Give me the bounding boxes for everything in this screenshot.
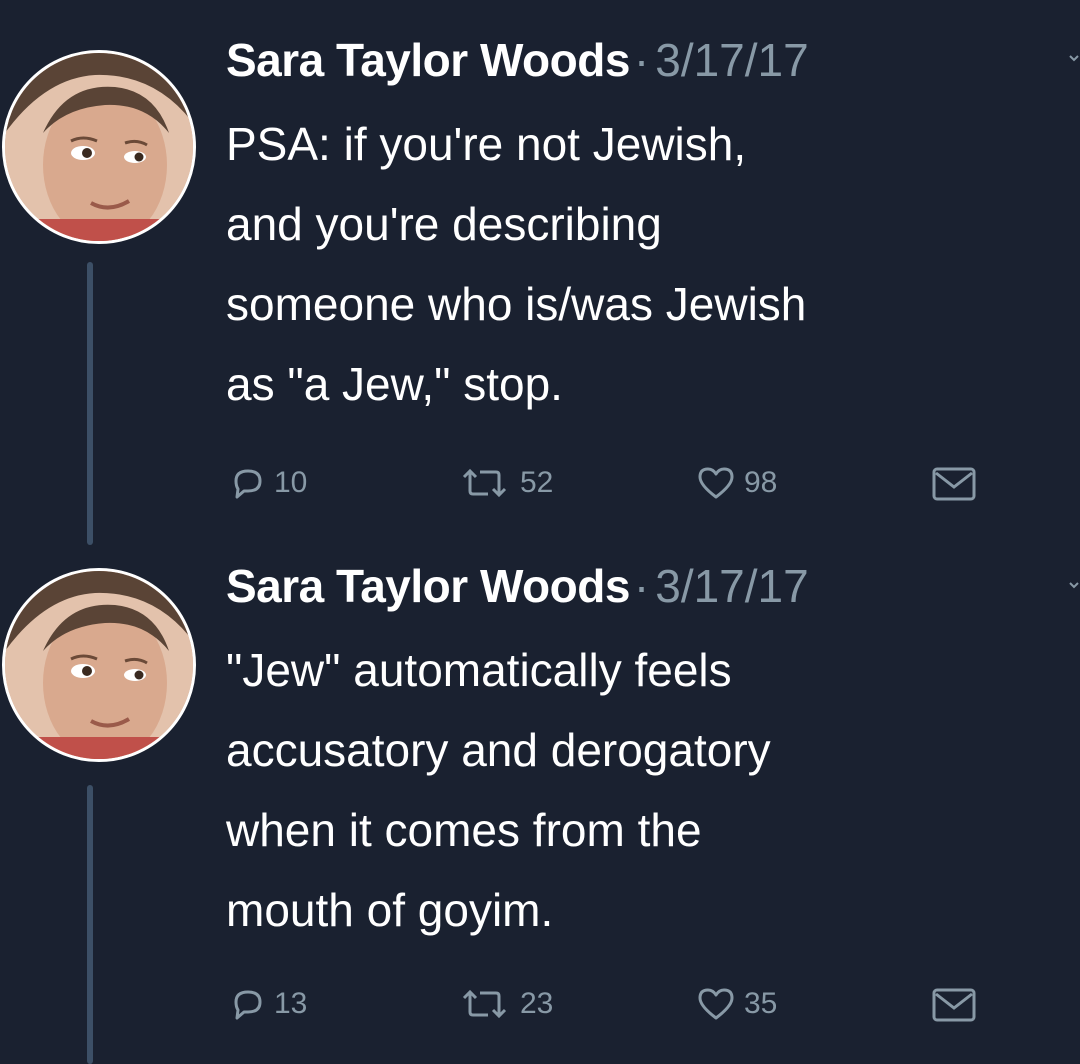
tweet-text: "Jew" automatically feels accusatory and… <box>226 630 1080 950</box>
retweet-button[interactable]: 23 <box>454 979 553 1029</box>
tweet[interactable]: Sara Taylor Woods· 3/17/17 PSA: if you're… <box>0 0 1080 545</box>
reply-icon <box>234 990 262 1020</box>
tweet-text-line: "Jew" automatically feels <box>226 644 732 696</box>
reply-count: 13 <box>274 987 308 1020</box>
tweet-header: Sara Taylor Woods· 3/17/17 <box>226 556 809 616</box>
retweet-count: 23 <box>520 987 554 1020</box>
heart-icon <box>698 988 734 1020</box>
action-bar: 13 23 35 <box>228 979 988 1029</box>
tweet-text-line: and you're describing <box>226 198 662 250</box>
more-chevron-icon[interactable] <box>1068 40 1080 80</box>
like-button[interactable]: 35 <box>694 979 777 1029</box>
reply-icon <box>234 469 262 499</box>
tweet-text-line: when it comes from the <box>226 804 702 856</box>
retweet-icon <box>462 468 507 498</box>
tweet-text: PSA: if you're not Jewish, and you're de… <box>226 104 1080 424</box>
avatar[interactable] <box>2 50 196 244</box>
tweet[interactable]: Sara Taylor Woods· 3/17/17 "Jew" automati… <box>0 545 1080 1064</box>
thread-line <box>87 785 93 1064</box>
reply-count: 10 <box>274 466 308 499</box>
more-chevron-icon[interactable] <box>1068 567 1080 607</box>
reply-button[interactable]: 10 <box>228 458 307 508</box>
tweet-text-line: accusatory and derogatory <box>226 724 771 776</box>
reply-button[interactable]: 13 <box>228 979 307 1029</box>
retweet-button[interactable]: 52 <box>454 458 553 508</box>
like-button[interactable]: 98 <box>694 458 777 508</box>
author-name[interactable]: Sara Taylor Woods <box>226 34 630 86</box>
retweet-count: 52 <box>520 466 554 499</box>
separator: · <box>633 560 650 612</box>
thread-line <box>87 262 93 545</box>
tweet-text-line: mouth of goyim. <box>226 884 554 936</box>
tweet-header: Sara Taylor Woods· 3/17/17 <box>226 30 809 90</box>
author-name[interactable]: Sara Taylor Woods <box>226 560 630 612</box>
like-count: 98 <box>744 466 778 499</box>
tweet-date[interactable]: 3/17/17 <box>655 560 808 612</box>
action-bar: 10 52 98 <box>228 458 988 508</box>
tweet-date[interactable]: 3/17/17 <box>655 34 808 86</box>
retweet-icon <box>462 989 507 1019</box>
avatar[interactable] <box>2 568 196 762</box>
envelope-icon <box>932 988 976 1022</box>
direct-message-button[interactable] <box>928 979 980 1029</box>
separator: · <box>633 34 650 86</box>
heart-icon <box>698 467 734 499</box>
tweet-text-line: PSA: if you're not Jewish, <box>226 118 747 170</box>
direct-message-button[interactable] <box>928 458 980 508</box>
envelope-icon <box>932 467 976 501</box>
tweet-text-line: someone who is/was Jewish <box>226 278 807 330</box>
like-count: 35 <box>744 987 778 1020</box>
tweet-text-line: as "a Jew," stop. <box>226 358 563 410</box>
